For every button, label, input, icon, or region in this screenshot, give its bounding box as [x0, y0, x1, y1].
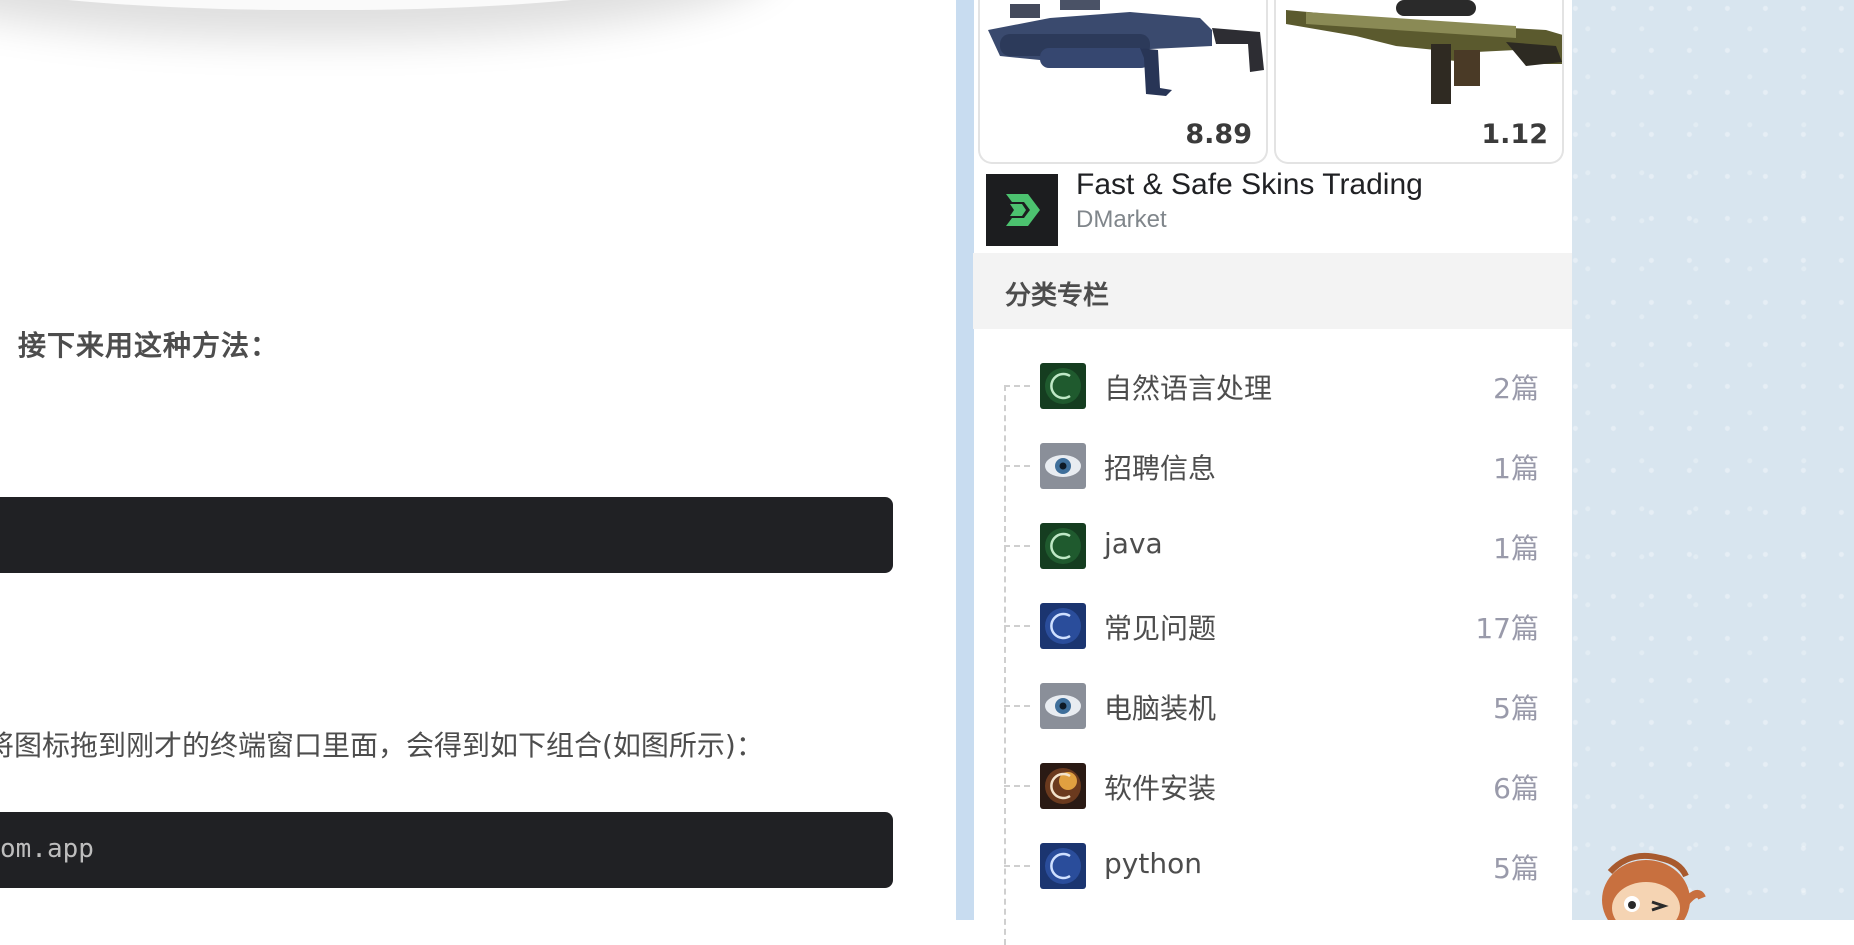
- category-thumbnail-icon: [1040, 363, 1086, 409]
- ad-price: 8.89: [1185, 119, 1252, 150]
- category-thumbnail-icon: [1040, 763, 1086, 809]
- dmarket-logo-icon: [1006, 194, 1040, 226]
- category-section-title: 分类专栏: [1005, 281, 1110, 311]
- category-label: 电脑装机: [1104, 692, 1217, 725]
- category-label: 招聘信息: [1104, 452, 1217, 485]
- tree-branch: [1004, 385, 1030, 387]
- category-thumbnail-icon: [1040, 843, 1086, 889]
- tree-branch: [1004, 465, 1030, 467]
- code-line: om.app: [0, 834, 94, 864]
- tree-branch: [1004, 625, 1030, 627]
- category-count: 5篇: [1493, 692, 1539, 725]
- category-label: 自然语言处理: [1104, 372, 1273, 405]
- category-item-faq[interactable]: 常见问题 17篇: [974, 585, 1572, 665]
- category-count: 1篇: [1493, 452, 1539, 485]
- category-item-natural-language-processing[interactable]: 自然语言处理 2篇: [974, 345, 1572, 425]
- category-label: 常见问题: [1104, 612, 1217, 645]
- category-thumbnail-icon: [1040, 523, 1086, 569]
- tree-branch: [1004, 865, 1030, 867]
- article-paragraph: 将图标拖到刚才的终端窗口里面，会得到如下组合(如图所示)：: [0, 729, 764, 762]
- tree-branch: [1004, 705, 1030, 707]
- ad-card[interactable]: 8.89 1.12 Fast & Safe Skins Trading DMar…: [978, 0, 1566, 248]
- dmarket-logo: [986, 174, 1058, 246]
- mascot-widget[interactable]: [1590, 842, 1710, 940]
- ad-title[interactable]: Fast & Safe Skins Trading: [1076, 168, 1423, 202]
- ad-price: 1.12: [1481, 119, 1548, 150]
- category-count: 2篇: [1493, 372, 1539, 405]
- category-item-pc-building[interactable]: 电脑装机 5篇: [974, 665, 1572, 745]
- code-block[interactable]: om.app: [0, 812, 893, 888]
- page-background-edge: [956, 0, 974, 920]
- code-block[interactable]: [0, 497, 893, 573]
- category-label: python: [1104, 847, 1202, 880]
- tree-branch: [1004, 545, 1030, 547]
- category-thumbnail-icon: [1040, 683, 1086, 729]
- monkey-mascot-icon: [1602, 852, 1706, 940]
- article-content: 接下来用这种方法： 将图标拖到刚才的终端窗口里面，会得到如下组合(如图所示)： …: [0, 0, 956, 920]
- category-count: 1篇: [1493, 532, 1539, 565]
- ad-product-tile[interactable]: 8.89: [978, 0, 1268, 164]
- category-item-python[interactable]: python 5篇: [974, 825, 1572, 905]
- category-label: 软件安装: [1104, 772, 1217, 805]
- article-paragraph-heading: 接下来用这种方法：: [18, 329, 280, 362]
- category-section-header: 分类专栏: [973, 253, 1572, 329]
- sidebar: 8.89 1.12 Fast & Safe Skins Trading DMar…: [973, 0, 1572, 945]
- category-item-software-install[interactable]: 软件安装 6篇: [974, 745, 1572, 825]
- category-item-recruitment[interactable]: 招聘信息 1篇: [974, 425, 1572, 505]
- category-count: 6篇: [1493, 772, 1539, 805]
- tree-branch: [1004, 785, 1030, 787]
- category-count: 17篇: [1475, 612, 1539, 645]
- category-thumbnail-icon: [1040, 443, 1086, 489]
- image-shadow: [0, 0, 760, 10]
- category-thumbnail-icon: [1040, 603, 1086, 649]
- ad-brand: DMarket: [1076, 206, 1167, 233]
- category-item-java[interactable]: java 1篇: [974, 505, 1572, 585]
- category-label: java: [1104, 527, 1163, 560]
- ad-product-tile[interactable]: 1.12: [1274, 0, 1564, 164]
- category-list: 自然语言处理 2篇 招聘信息 1篇 java 1篇 常见问题 17篇 电脑装机 …: [974, 345, 1572, 945]
- category-count: 5篇: [1493, 852, 1539, 885]
